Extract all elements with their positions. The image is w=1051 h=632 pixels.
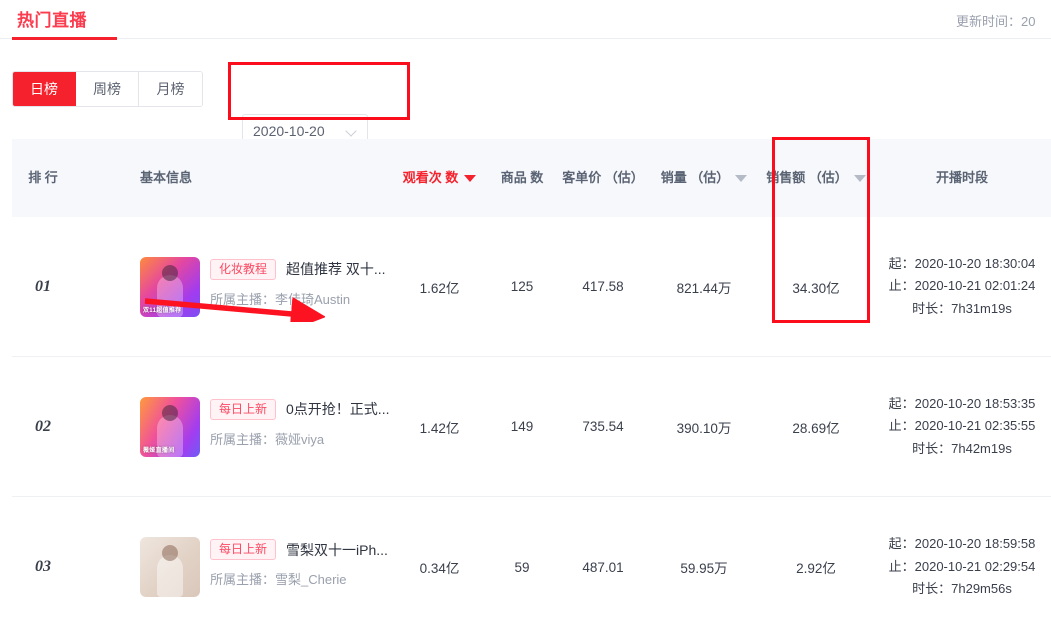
column-header-goods-count: 商品 数 — [487, 169, 557, 188]
row-basic-info: 双11超值推荐 化妆教程 超值推荐 双十... 所属主播：李佳琦Austin — [74, 256, 392, 317]
row-goods-count: 125 — [510, 279, 534, 294]
row-broadcast-time: 起：2020-10-20 18:59:58 止：2020-10-21 02:29… — [873, 533, 1051, 600]
tab-monthly-rank[interactable]: 月榜 — [139, 72, 202, 106]
sort-desc-caret-icon-sales[interactable] — [735, 174, 748, 182]
table-header-row: 排 行 基本信息 观看次 数 商品 数 客单价 （估） 销量 （估） 销售额 （… — [12, 139, 1051, 217]
row-goods-count: 59 — [514, 559, 530, 575]
column-header-sales-volume[interactable]: 销量 （估） — [649, 169, 759, 188]
page-root: 热门直播 更新时间：20 日榜 周榜 月榜 2020-10-20 排 行 基本信… — [0, 0, 1051, 632]
page-title: 热门直播 — [17, 11, 87, 30]
row-title-line: 化妆教程 超值推荐 双十... — [210, 258, 386, 280]
live-thumbnail[interactable] — [140, 537, 200, 597]
rank-period-segmented-control[interactable]: 日榜 周榜 月榜 — [12, 71, 203, 107]
broadcast-start: 起：2020-10-20 18:53:35 — [888, 395, 1036, 411]
table-row[interactable]: 02 薇娅直播间 每日上新 0点开抢！正式... 所属主播：薇娅viya 1.4… — [12, 357, 1051, 497]
column-header-avg-order-price: 客单价 （估） — [557, 169, 649, 188]
broadcast-duration: 时长：7h42m19s — [912, 440, 1012, 456]
live-title[interactable]: 超值推荐 双十... — [286, 259, 386, 279]
table-row[interactable]: 01 双11超值推荐 化妆教程 超值推荐 双十... 所属主播：李佳琦Austi… — [12, 217, 1051, 357]
column-header-views-label: 观看次 数 — [402, 169, 459, 185]
row-info-main: 化妆教程 超值推荐 双十... 所属主播：李佳琦Austin — [210, 257, 386, 308]
live-thumbnail[interactable]: 薇娅直播间 — [140, 396, 200, 457]
broadcast-end: 止：2020-10-21 02:29:54 — [888, 558, 1036, 574]
thumbnail-head — [162, 545, 178, 561]
row-sales-amount: 34.30亿 — [792, 280, 840, 296]
hot-live-ranking-table: 排 行 基本信息 观看次 数 商品 数 客单价 （估） 销量 （估） 销售额 （… — [12, 139, 1051, 632]
row-info-main: 每日上新 0点开抢！正式... 所属主播：薇娅viya — [210, 397, 389, 448]
row-views: 1.42亿 — [419, 420, 460, 436]
broadcast-duration: 时长：7h31m19s — [912, 300, 1012, 316]
row-views: 1.62亿 — [419, 280, 460, 296]
row-title-line: 每日上新 0点开抢！正式... — [210, 398, 389, 420]
category-tag[interactable]: 每日上新 — [210, 398, 277, 420]
page-header: 热门直播 更新时间：20 — [0, 0, 1051, 40]
table-row[interactable]: 03 每日上新 雪梨双十一iPh... 所属主播：雪梨_Cherie 0.34亿… — [12, 497, 1051, 632]
row-broadcast-time: 起：2020-10-20 18:53:35 止：2020-10-21 02:35… — [873, 393, 1051, 460]
row-views: 0.34亿 — [419, 561, 460, 576]
chevron-down-icon — [347, 126, 357, 136]
column-header-sales-volume-label: 销量 （估） — [660, 169, 730, 185]
thumbnail-head — [162, 264, 178, 281]
row-rank: 02 — [35, 417, 51, 435]
live-thumbnail[interactable]: 双11超值推荐 — [140, 256, 200, 317]
thumbnail-figure — [157, 555, 183, 597]
host-label: 所属主播：雪梨_Cherie — [210, 572, 347, 588]
live-title[interactable]: 雪梨双十一iPh... — [286, 540, 388, 560]
column-header-sales-amount-label: 销售额 （估） — [766, 169, 848, 185]
column-header-goods-count-label: 商品 数 — [500, 169, 544, 185]
host-label: 所属主播：李佳琦Austin — [210, 291, 351, 307]
tab-weekly-rank[interactable]: 周榜 — [76, 72, 139, 106]
row-sales-volume: 821.44万 — [676, 280, 732, 296]
host-label: 所属主播：薇娅viya — [210, 431, 325, 447]
broadcast-end: 止：2020-10-21 02:01:24 — [888, 278, 1036, 294]
update-time-label: 更新时间：20 — [956, 14, 1036, 29]
row-info-main: 每日上新 雪梨双十一iPh... 所属主播：雪梨_Cherie — [210, 537, 388, 588]
row-avg-order-price: 417.58 — [582, 279, 624, 294]
column-header-broadcast-time-label: 开播时段 — [935, 169, 988, 185]
thumbnail-head — [162, 404, 178, 421]
tab-daily-rank[interactable]: 日榜 — [13, 72, 76, 106]
row-sales-amount: 28.69亿 — [792, 420, 840, 436]
row-basic-info: 每日上新 雪梨双十一iPh... 所属主播：雪梨_Cherie — [74, 537, 392, 597]
column-header-sales-amount[interactable]: 销售额 （估） — [759, 169, 873, 188]
category-tag[interactable]: 每日上新 — [210, 539, 277, 561]
row-title-line: 每日上新 雪梨双十一iPh... — [210, 539, 388, 561]
row-avg-order-price: 487.01 — [582, 559, 624, 575]
column-header-avg-order-price-label: 客单价 （估） — [562, 169, 644, 185]
column-header-views[interactable]: 观看次 数 — [392, 169, 487, 188]
column-header-basic-info-label: 基本信息 — [140, 169, 193, 185]
column-header-rank-label: 排 行 — [28, 169, 58, 185]
row-goods-count: 149 — [510, 419, 534, 434]
broadcast-start: 起：2020-10-20 18:59:58 — [888, 536, 1036, 552]
column-header-rank[interactable]: 排 行 — [12, 169, 74, 188]
broadcast-start: 起：2020-10-20 18:30:04 — [888, 255, 1036, 271]
row-broadcast-time: 起：2020-10-20 18:30:04 止：2020-10-21 02:01… — [873, 253, 1051, 320]
row-basic-info: 薇娅直播间 每日上新 0点开抢！正式... 所属主播：薇娅viya — [74, 396, 392, 457]
thumbnail-caption: 薇娅直播间 — [143, 447, 175, 454]
filter-bar: 日榜 周榜 月榜 2020-10-20 — [0, 39, 1051, 148]
column-header-basic-info: 基本信息 — [74, 169, 392, 188]
category-tag[interactable]: 化妆教程 — [210, 258, 277, 280]
broadcast-duration: 时长：7h29m56s — [912, 581, 1012, 597]
row-sales-volume: 390.10万 — [676, 420, 732, 436]
live-title[interactable]: 0点开抢！正式... — [286, 399, 389, 419]
row-avg-order-price: 735.54 — [582, 419, 624, 434]
row-sales-amount: 2.92亿 — [796, 561, 836, 576]
thumbnail-caption: 双11超值推荐 — [143, 307, 182, 314]
sort-desc-caret-icon-amount[interactable] — [853, 174, 866, 182]
date-picker-value: 2020-10-20 — [253, 123, 325, 139]
row-rank: 03 — [35, 558, 51, 575]
row-rank: 01 — [35, 277, 51, 295]
row-sales-volume: 59.95万 — [680, 561, 728, 576]
broadcast-end: 止：2020-10-21 02:35:55 — [888, 418, 1036, 434]
column-header-broadcast-time: 开播时段 — [873, 169, 1051, 188]
sort-desc-caret-icon-views[interactable] — [464, 174, 477, 182]
